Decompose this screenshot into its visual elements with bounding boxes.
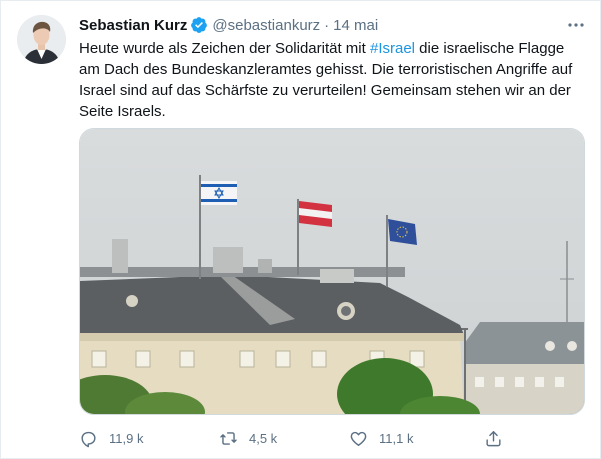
like-count: 11,1 k (379, 430, 414, 446)
photo-building-with-flags (80, 129, 584, 414)
tweet-card[interactable]: Sebastian Kurz @sebastiankurz · 14 mai H… (0, 0, 601, 459)
more-options-button[interactable] (563, 15, 589, 35)
heart-icon (350, 431, 367, 446)
verified-badge-icon (191, 17, 208, 33)
author-handle[interactable]: @sebastiankurz (212, 17, 320, 34)
avatar[interactable] (17, 15, 66, 64)
retweet-icon (220, 431, 237, 445)
share-button[interactable] (484, 425, 514, 451)
author-name[interactable]: Sebastian Kurz (79, 17, 187, 34)
tweet-photo[interactable] (79, 128, 585, 415)
action-bar: 11,9 k 4,5 k 11,1 k (79, 425, 519, 451)
retweet-count: 4,5 k (249, 430, 278, 446)
like-button[interactable]: 11,1 k (349, 425, 413, 451)
hashtag-link[interactable]: #Israel (370, 40, 415, 57)
reply-button[interactable]: 11,9 k (79, 425, 143, 451)
more-horizontal-icon (568, 23, 584, 27)
tweet-text: Heute wurde als Zeichen der Solidarität … (79, 38, 589, 122)
reply-count: 11,9 k (109, 430, 144, 446)
separator-dot: · (324, 16, 330, 34)
tweet-date[interactable]: 14 mai (333, 17, 378, 34)
share-icon (486, 430, 501, 446)
retweet-button[interactable]: 4,5 k (219, 425, 277, 451)
tweet-header: Sebastian Kurz @sebastiankurz · 14 mai (79, 15, 378, 35)
reply-icon (81, 431, 96, 447)
tweet-text-before: Heute wurde als Zeichen der Solidarität … (79, 40, 370, 57)
